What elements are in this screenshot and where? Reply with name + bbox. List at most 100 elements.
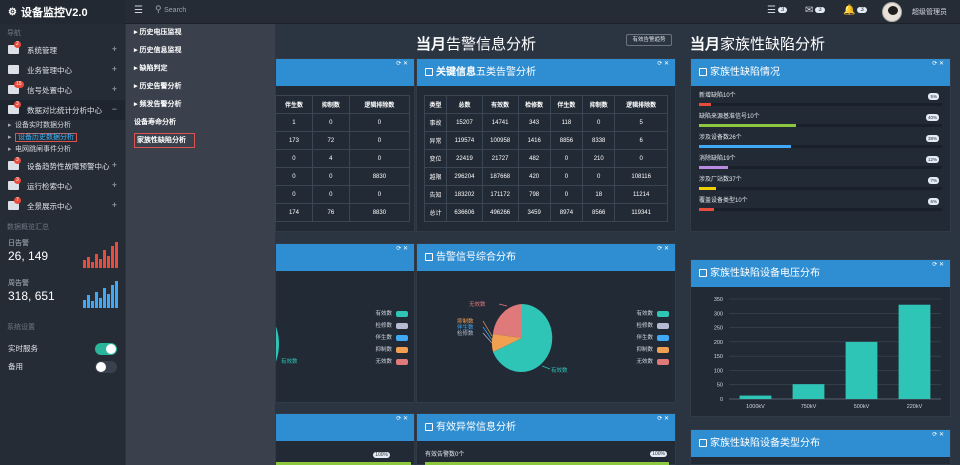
sidebar-item-signal[interactable]: 15 信号处置中心 + — [0, 80, 125, 100]
refresh-close-icons[interactable]: ⟳ ✕ — [932, 59, 944, 69]
legend-item[interactable]: 检修数 — [607, 321, 669, 333]
avatar[interactable] — [882, 2, 902, 22]
backup-switch[interactable] — [95, 361, 117, 373]
bar-500kV[interactable] — [845, 341, 878, 399]
menu-item-frequent-alarm[interactable]: ▸ 频发告警分析 — [126, 96, 275, 114]
panel-header: 家族性缺陷设备电压分布 ⟳ ✕ — [691, 260, 950, 287]
panel-header: 家族性缺陷情况 ⟳ ✕ — [691, 59, 950, 86]
messages-badge: 3 — [777, 7, 788, 14]
panel-title: 有效异常信息分析 — [436, 422, 516, 433]
refresh-close-icons[interactable]: ⟳ ✕ — [657, 59, 669, 69]
bar-1000kV[interactable] — [739, 395, 772, 399]
legend-item[interactable]: 伴生数 — [607, 333, 669, 345]
panel-title: 家族性缺陷设备电压分布 — [710, 268, 820, 279]
user-name[interactable]: 超级管理员 — [912, 7, 947, 17]
count-badge: 3 — [14, 157, 21, 164]
plus-icon: + — [111, 44, 117, 54]
signal-legend: 有效数 检修数 伴生数 抑制数 无效数 — [607, 309, 669, 369]
defect-row: 消除缺陷19个 12% — [699, 153, 942, 174]
panel-header: 告警信号综合分布 ⟳ ✕ — [417, 244, 675, 271]
refresh-close-icons[interactable]: ⟳ ✕ — [396, 414, 408, 424]
menu-item-info-history[interactable]: ▸ 历史信息监视 — [126, 42, 275, 60]
defect-row: 缺陷来源基准信号10个 40% — [699, 111, 942, 132]
plus-icon: + — [111, 160, 117, 170]
legend-item[interactable]: 有效数 — [346, 309, 408, 321]
menu-item-defect[interactable]: ▸ 缺陷判定 — [126, 60, 275, 78]
menu-item-alarm-history[interactable]: ▸ 历史告警分析 — [126, 78, 275, 96]
plus-icon: + — [111, 180, 117, 190]
sidebar-item-system[interactable]: 2 系统管理 + — [0, 40, 125, 60]
y-tick-label: 200 — [714, 340, 723, 346]
panel-header: ⟳ ✕ — [276, 244, 414, 271]
legend-item[interactable]: 有效数 — [607, 309, 669, 321]
analysis-dropdown-menu: ▸ 历史电压监视 ▸ 历史信息监视 ▸ 缺陷判定 ▸ 历史告警分析 ▸ 频发告警… — [126, 24, 275, 465]
panel-title: 五类告警分析 — [476, 67, 536, 78]
refresh-close-icons[interactable]: ⟳ ✕ — [932, 430, 944, 440]
realtime-switch[interactable] — [95, 343, 117, 355]
legend-item[interactable]: 抑制数 — [607, 345, 669, 357]
defect-row: 涉及厂站数37个 7% — [699, 174, 942, 195]
list-icon: ☰ — [767, 5, 776, 16]
x-tick-label: 220kV — [907, 404, 923, 410]
search-placeholder: Search — [164, 7, 187, 14]
app-brand[interactable]: ⚙ 设备监控V2.0 — [0, 0, 125, 24]
bar-220kV[interactable] — [898, 304, 931, 399]
sidebar-item-business[interactable]: 业务管理中心 + — [0, 60, 125, 80]
defect-progress-fill — [699, 187, 716, 190]
refresh-close-icons[interactable]: ⟳ ✕ — [932, 260, 944, 270]
legend-item[interactable]: 无效数 — [607, 357, 669, 369]
gear-icon: ⚙ — [8, 6, 17, 18]
sidebar-item-data-analysis[interactable]: 3 数据对比统计分析中心 − — [0, 100, 125, 120]
bar-750kV[interactable] — [792, 384, 825, 399]
search-box[interactable]: ⚲ Search — [155, 4, 186, 15]
menu-item-label: 频发告警分析 — [139, 101, 182, 108]
sidebar-item-search[interactable]: 3 运行检索中心 + — [0, 176, 125, 196]
pie-label-accompany: 伴生数 — [457, 323, 474, 331]
panel-title: 家族性缺陷设备类型分布 — [710, 438, 820, 449]
signal-pie-chart: 无效数 抑制数 伴生数 检修数 有效数 — [457, 300, 568, 374]
alerts-button[interactable]: 🔔 3 — [843, 5, 867, 16]
pie-label-maintenance: 检修数 — [457, 329, 474, 337]
defect-progress-fill — [699, 145, 792, 148]
toggle-realtime: 实时服务 — [0, 340, 125, 358]
menu-toggle-icon[interactable]: ☰ — [134, 5, 143, 16]
sub-item-trip[interactable]: 电网跳闸事件分析 — [0, 144, 125, 156]
table-row: 告知 183202 171172 798 0 18 11214 — [423, 185, 668, 204]
menu-item-lifetime[interactable]: 设备寿命分析 — [126, 114, 275, 132]
search-icon: ⚲ — [155, 4, 162, 14]
menu-item-label: 家族性缺陷分析 — [134, 133, 195, 148]
panel-header: 关键信息五类告警分析 ⟳ ✕ — [417, 59, 675, 86]
messages-button[interactable]: ☰ 3 — [767, 5, 788, 16]
defect-progress-fill — [699, 124, 797, 127]
sidebar-item-trend[interactable]: 3 设备趋势性故障预警中心 + — [0, 156, 125, 176]
mail-button[interactable]: ✉ 3 — [805, 5, 825, 16]
pie-slice-invalid — [493, 304, 522, 338]
voltage-distribution-panel: 家族性缺陷设备电压分布 ⟳ ✕ 0 50 100 150 200 250 300 350 1000… — [690, 259, 951, 417]
sub-item-history[interactable]: 设备历史数据分析 — [0, 132, 125, 144]
pct-badge: 100% — [650, 451, 667, 457]
sidebar-item-panorama[interactable]: 7 全景展示中心 + — [0, 196, 125, 216]
five-alarm-panel: 关键信息五类告警分析 ⟳ ✕ 类型 总数 有效数 检修数 伴生数 抑制数 逻辑排除数 事故 15… — [416, 58, 676, 232]
valid-alarm-trend-button[interactable]: 有效告警趋势 — [626, 34, 672, 46]
y-tick-label: 300 — [714, 311, 723, 317]
alerts-badge: 3 — [857, 7, 867, 14]
panel-title: 告警信号综合分布 — [436, 252, 516, 263]
legend-item[interactable]: 检修数 — [346, 321, 408, 333]
sub-item-realtime[interactable]: 设备实时数据分析 — [0, 120, 125, 132]
panel-icon — [699, 68, 707, 76]
refresh-close-icons[interactable]: ⟳ ✕ — [396, 244, 408, 254]
left-legend: 有效数 检修数 伴生数 抑制数 无效数 — [346, 309, 408, 369]
refresh-close-icons[interactable]: ⟳ ✕ — [396, 59, 408, 69]
count-badge: 2 — [14, 41, 21, 48]
refresh-close-icons[interactable]: ⟳ ✕ — [657, 414, 669, 424]
valid-alarm-count: 有效告警数0个 — [425, 452, 465, 458]
refresh-close-icons[interactable]: ⟳ ✕ — [657, 244, 669, 254]
defect-list: 新增缺陷10个 5% 缺陷来源基准信号10个 40% 涉及设备数26个 38% 消除缺… — [691, 86, 950, 216]
stat-weekly: 周告警 318, 651 — [0, 278, 125, 310]
legend-item[interactable]: 无效数 — [346, 357, 408, 369]
legend-item[interactable]: 抑制数 — [346, 345, 408, 357]
menu-item-family-defect[interactable]: 家族性缺陷分析 — [126, 132, 275, 150]
legend-item[interactable]: 伴生数 — [346, 333, 408, 345]
panel-icon — [699, 269, 707, 277]
menu-item-voltage-history[interactable]: ▸ 历史电压监视 — [126, 24, 275, 42]
